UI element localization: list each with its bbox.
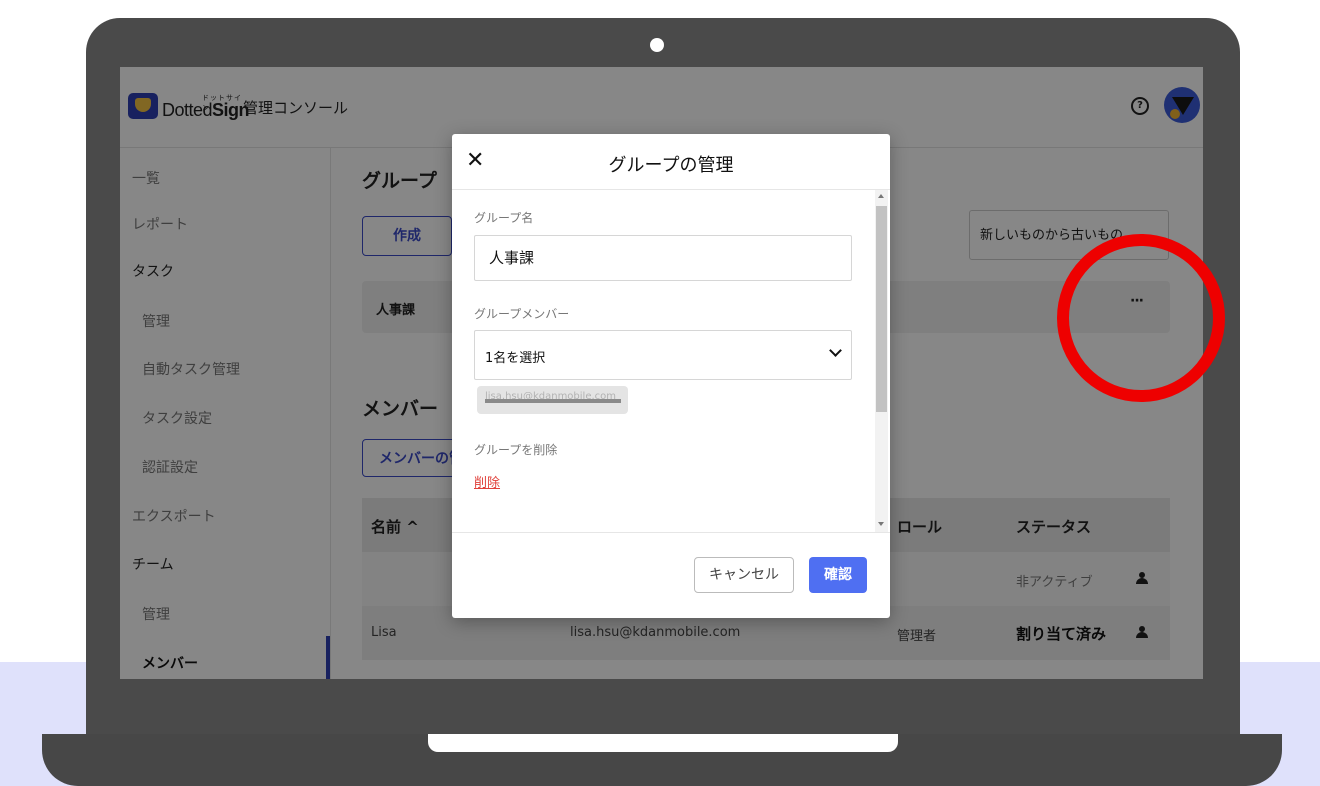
group-name-input[interactable]: 人事課 <box>474 235 852 281</box>
scroll-down-icon[interactable] <box>878 522 884 526</box>
delete-group-label: グループを削除 <box>474 443 558 457</box>
group-members-select[interactable]: 1名を選択 <box>474 330 852 380</box>
dialog-header: ✕ グループの管理 <box>452 134 890 190</box>
delete-group-link[interactable]: 削除 <box>474 472 500 491</box>
highlight-annotation-circle <box>1057 234 1225 402</box>
member-chip[interactable]: lisa.hsu@kdanmobile.com <box>477 386 628 414</box>
members-select-value: 1名を選択 <box>485 351 546 366</box>
dialog-footer: キャンセル 確認 <box>452 532 890 619</box>
dialog-body: グループ名 人事課 グループメンバー 1名を選択 lisa.hsu@kdanmo… <box>452 190 890 532</box>
confirm-button[interactable]: 確認 <box>809 557 867 593</box>
manage-group-dialog: ✕ グループの管理 グループ名 人事課 グループメンバー 1名を選択 lisa.… <box>452 134 890 618</box>
dialog-scrollbar[interactable] <box>875 190 888 532</box>
laptop-notch <box>428 734 898 752</box>
group-members-label: グループメンバー <box>474 307 570 321</box>
scroll-thumb[interactable] <box>876 206 887 412</box>
scroll-up-icon[interactable] <box>878 194 884 198</box>
laptop-camera <box>650 38 664 52</box>
group-name-label: グループ名 <box>474 211 534 225</box>
app-screen: ドットサイン DottedSign 管理コンソール ? 一覧 レポート タスク … <box>120 67 1203 679</box>
cancel-button[interactable]: キャンセル <box>694 557 794 593</box>
chevron-down-icon[interactable] <box>829 344 842 357</box>
dialog-title: グループの管理 <box>608 155 734 176</box>
redaction-bar <box>485 399 621 403</box>
